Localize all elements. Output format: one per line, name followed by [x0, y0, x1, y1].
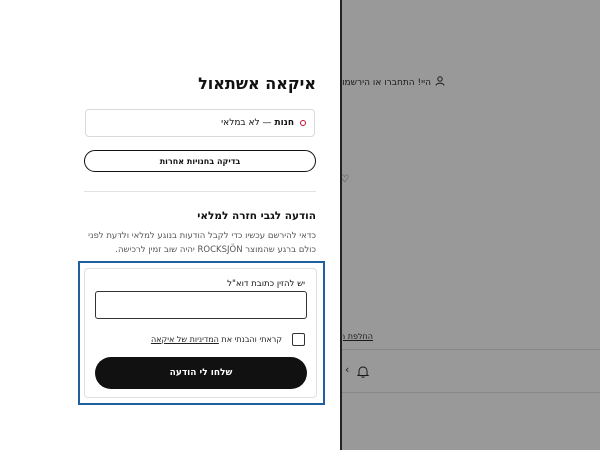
email-label: יש להזין כתובת דוא"ל [227, 279, 305, 289]
login-link: היי! התחברו או הירשמו [342, 76, 445, 89]
page-backdrop[interactable] [342, 0, 600, 450]
notify-description: כדאי להירשם עכשיו כדי לקבל הודעות בנוגע … [88, 231, 316, 255]
out-of-stock-dot-icon [300, 120, 306, 126]
panel-edge [340, 0, 342, 450]
store-availability-panel: איקאה אשתאול חנות — לא במלאי בדיקה בחנוי… [0, 0, 340, 450]
privacy-policy-link[interactable]: המדיניות של איקאה [151, 335, 219, 344]
consent-prefix: קראתי והבנתי את [218, 335, 282, 344]
consent-text: קראתי והבנתי את המדיניות של איקאה [151, 335, 282, 344]
chevron-left-icon: ‹ [345, 363, 350, 376]
check-other-stores-button[interactable]: בדיקה בחנויות אחרות [84, 150, 316, 172]
bell-icon [356, 363, 370, 382]
panel-title: איקאה אשתאול [198, 74, 316, 93]
change-store-link: החלפת חנות [343, 332, 373, 341]
consent-checkbox[interactable] [292, 333, 305, 346]
user-icon [435, 76, 445, 89]
backdrop-divider [342, 349, 600, 350]
backdrop-divider [342, 392, 600, 393]
email-field[interactable] [95, 291, 307, 319]
store-status-box: חנות — לא במלאי [85, 109, 315, 137]
store-label: חנות [274, 118, 295, 128]
notify-title: הודעה לגבי חזרה למלאי [197, 210, 316, 222]
notify-form: יש להזין כתובת דוא"ל קראתי והבנתי את המד… [84, 268, 317, 398]
login-text: היי! התחברו או הירשמו [342, 77, 431, 88]
section-divider [84, 191, 316, 192]
notify-submit-button[interactable]: שלחו לי הודעה [95, 357, 307, 389]
stock-status: — לא במלאי [221, 118, 272, 128]
